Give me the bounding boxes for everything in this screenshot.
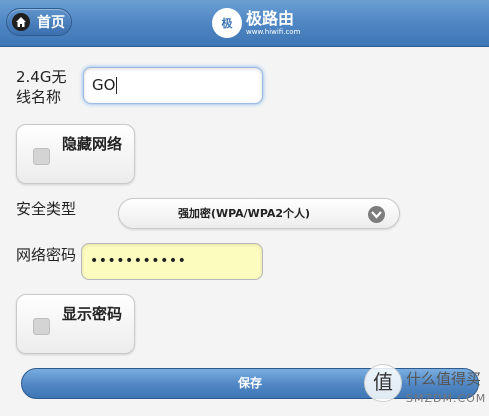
show-password-checkbox[interactable]: 显示密码	[16, 294, 135, 354]
hide-network-checkbox-box[interactable]	[33, 148, 50, 165]
hide-network-checkbox[interactable]: 隐藏网络	[16, 124, 135, 184]
logo-name: 极路由	[246, 8, 295, 28]
logo-url: www.hiwifi.com	[246, 27, 301, 36]
watermark-sub: SMZDM.COM	[406, 392, 487, 405]
smzdm-watermark: 值 什么值得买 SMZDM.COM	[362, 362, 486, 414]
logo-mark: 极	[212, 8, 242, 38]
security-type-select[interactable]: 强加密(WPA/WPA2个人)	[118, 198, 400, 229]
watermark-text: 什么值得买	[406, 370, 482, 388]
home-label: 首页	[37, 15, 65, 31]
show-password-label: 显示密码	[62, 305, 123, 323]
show-password-checkbox-box[interactable]	[33, 318, 50, 335]
security-type-value: 强加密(WPA/WPA2个人)	[177, 207, 311, 220]
chevron-down-icon	[368, 206, 385, 223]
password-label: 网络密码	[16, 246, 77, 264]
home-button[interactable]: 首页	[6, 8, 72, 36]
ssid-label: 2.4G无线名称	[16, 68, 67, 106]
hide-network-label: 隐藏网络	[62, 135, 123, 153]
security-type-label: 安全类型	[16, 200, 77, 218]
watermark-logo-icon: 值	[364, 364, 402, 402]
top-bar: 首页 极 极路由 www.hiwifi.com	[0, 0, 489, 47]
password-input[interactable]: •••••••••••	[81, 243, 263, 280]
text-caret	[116, 77, 118, 94]
ssid-input[interactable]: GO	[83, 67, 263, 104]
home-icon	[12, 13, 30, 31]
hiwifi-logo: 极 极路由 www.hiwifi.com	[212, 6, 300, 40]
ssid-value: GO	[92, 76, 116, 94]
